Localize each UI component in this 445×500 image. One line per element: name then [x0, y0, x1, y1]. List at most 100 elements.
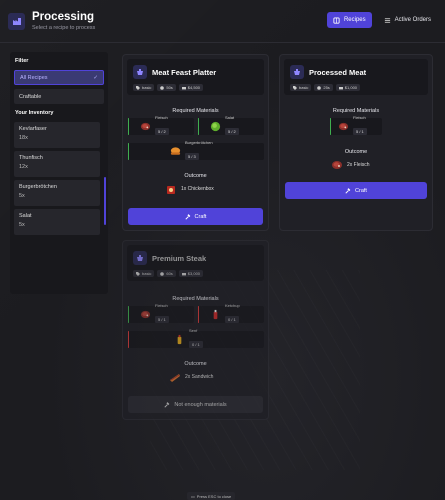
not-enough-materials-button[interactable]: Not enough materials — [128, 396, 263, 413]
ketchup-icon — [209, 309, 221, 321]
inventory-item: Burgerbrötchen 5x — [14, 180, 100, 206]
material-status-bar — [198, 118, 199, 135]
tab-active-orders-label: Active Orders — [394, 17, 431, 23]
craft-button-label: Craft — [194, 213, 207, 220]
outcome-label: Outcome — [344, 149, 368, 155]
tab-recipes[interactable]: Recipes — [326, 12, 372, 28]
keyboard-icon: ▭ — [191, 493, 195, 499]
outcome-text: 2x Fleisch — [347, 162, 370, 168]
inventory-item: Kevlarfaser 18x — [14, 122, 100, 148]
badge-time-label: 60s — [166, 271, 173, 276]
mustard-icon — [173, 334, 185, 346]
sandwich-icon — [169, 371, 181, 383]
craft-button[interactable]: Craft — [285, 182, 427, 199]
recipe-card-processed-meat: Processed Meat basic 25s $1,000 Required… — [279, 54, 433, 231]
recipe-header: Processed Meat basic 25s $1,000 — [284, 59, 428, 95]
meat-icon — [337, 121, 349, 133]
recipe-card-meat-feast-platter: Meat Feast Platter basic 50s $4,500 Requ… — [122, 54, 269, 231]
filter-craftable-label: Craftable — [19, 93, 42, 100]
tabs: Recipes Active Orders — [326, 12, 437, 28]
tag-icon — [293, 86, 297, 90]
inventory-item-name: Burgerbrötchen — [19, 184, 57, 190]
badge-tier: basic — [133, 84, 155, 91]
money-icon — [182, 86, 186, 90]
outcome-text: 1x Chickenbox — [181, 186, 214, 192]
material-status-bar — [198, 306, 199, 323]
material-qty: 5 / 2 — [155, 128, 169, 135]
close-hint: ▭ Press ESC to close — [187, 492, 236, 500]
material-name: Fleisch — [155, 303, 168, 308]
inventory-item-qty: 12x — [19, 164, 28, 170]
required-materials-label: Required Materials — [172, 108, 219, 114]
material-status-bar — [128, 306, 129, 323]
hammer-icon — [185, 214, 191, 220]
tag-icon — [136, 86, 140, 90]
material-qty: 0 / 1 — [225, 316, 239, 323]
tab-active-orders[interactable]: Active Orders — [378, 12, 437, 28]
material-item: Burgerbrötchen 5 / 3 — [128, 140, 264, 160]
material-item: Ketchup 0 / 1 — [198, 303, 264, 323]
badge-tier: basic — [133, 270, 155, 277]
money-icon — [182, 272, 186, 276]
material-item: Salat 5 / 2 — [198, 115, 264, 135]
badge-price: $3,000 — [178, 270, 204, 277]
inventory-list: Kevlarfaser 18x Thunfisch 12x Burgerbröt… — [14, 122, 104, 235]
material-item: Fleisch 5 / 2 — [128, 115, 194, 135]
material-qty: 5 / 2 — [225, 128, 239, 135]
title-block: Processing Select a recipe to process — [32, 11, 95, 31]
recipe-title: Processed Meat — [309, 67, 367, 77]
badge-time: 60s — [157, 270, 176, 277]
inventory-item-name: Kevlarfaser — [19, 126, 47, 132]
craft-button[interactable]: Craft — [128, 208, 263, 225]
factory-icon — [8, 12, 25, 30]
outcome-item: 2x Fleisch — [331, 159, 370, 171]
badge-price: $1,000 — [335, 84, 361, 91]
material-name: Salat — [225, 115, 235, 120]
page-title: Processing — [32, 11, 94, 23]
material-qty: 5 / 1 — [155, 316, 169, 323]
inventory-item-name: Salat — [19, 213, 32, 219]
material-name: Burgerbrötchen — [185, 140, 213, 145]
bun-icon — [169, 146, 181, 158]
inventory-item-name: Thunfisch — [19, 155, 43, 161]
filter-all-recipes[interactable]: All Recipes ✓ — [14, 70, 104, 85]
badge-time: 50s — [157, 84, 176, 91]
badge-price-label: $4,500 — [187, 85, 201, 90]
material-name: Fleisch — [155, 115, 168, 120]
craft-button-label: Craft — [355, 187, 367, 194]
tag-icon — [136, 272, 140, 276]
material-qty: 0 / 1 — [189, 341, 203, 348]
material-item: Senf 0 / 1 — [128, 328, 264, 348]
check-icon: ✓ — [93, 74, 98, 81]
header: Processing Select a recipe to process Re… — [0, 0, 445, 42]
inventory-scrollbar[interactable] — [104, 177, 106, 225]
material-status-bar — [128, 331, 129, 348]
close-hint-text: Press ESC to close — [196, 493, 232, 499]
badge-price-label: $3,000 — [187, 271, 201, 276]
inventory-item-qty: 5x — [19, 193, 25, 199]
badge-time-label: 50s — [166, 85, 173, 90]
badge-tier: basic — [290, 84, 312, 91]
hammer-icon — [345, 188, 351, 194]
inventory-item: Thunfisch 12x — [14, 151, 100, 177]
outcome-item: 1x Chickenbox — [165, 183, 214, 195]
inventory-item-qty: 18x — [19, 135, 28, 141]
material-name: Senf — [189, 328, 198, 333]
required-materials-label: Required Materials — [332, 108, 380, 114]
lettuce-icon — [209, 121, 221, 133]
list-icon — [384, 17, 390, 23]
chickenbox-icon — [165, 183, 177, 195]
badge-tier-label: basic — [299, 85, 309, 90]
header-divider — [0, 42, 445, 43]
badge-time: 25s — [314, 84, 333, 91]
material-status-bar — [330, 118, 331, 135]
recipe-title: Premium Steak — [152, 253, 207, 263]
badge-tier-label: basic — [142, 271, 152, 276]
material-qty: 5 / 1 — [353, 128, 367, 135]
outcome-label: Outcome — [184, 361, 207, 367]
filter-craftable[interactable]: Craftable — [14, 89, 104, 104]
material-item: Fleisch 5 / 1 — [330, 115, 382, 135]
page-subtitle: Select a recipe to process — [32, 25, 96, 31]
badge-price-label: $1,000 — [344, 85, 358, 90]
inventory-item-qty: 5x — [19, 222, 25, 228]
